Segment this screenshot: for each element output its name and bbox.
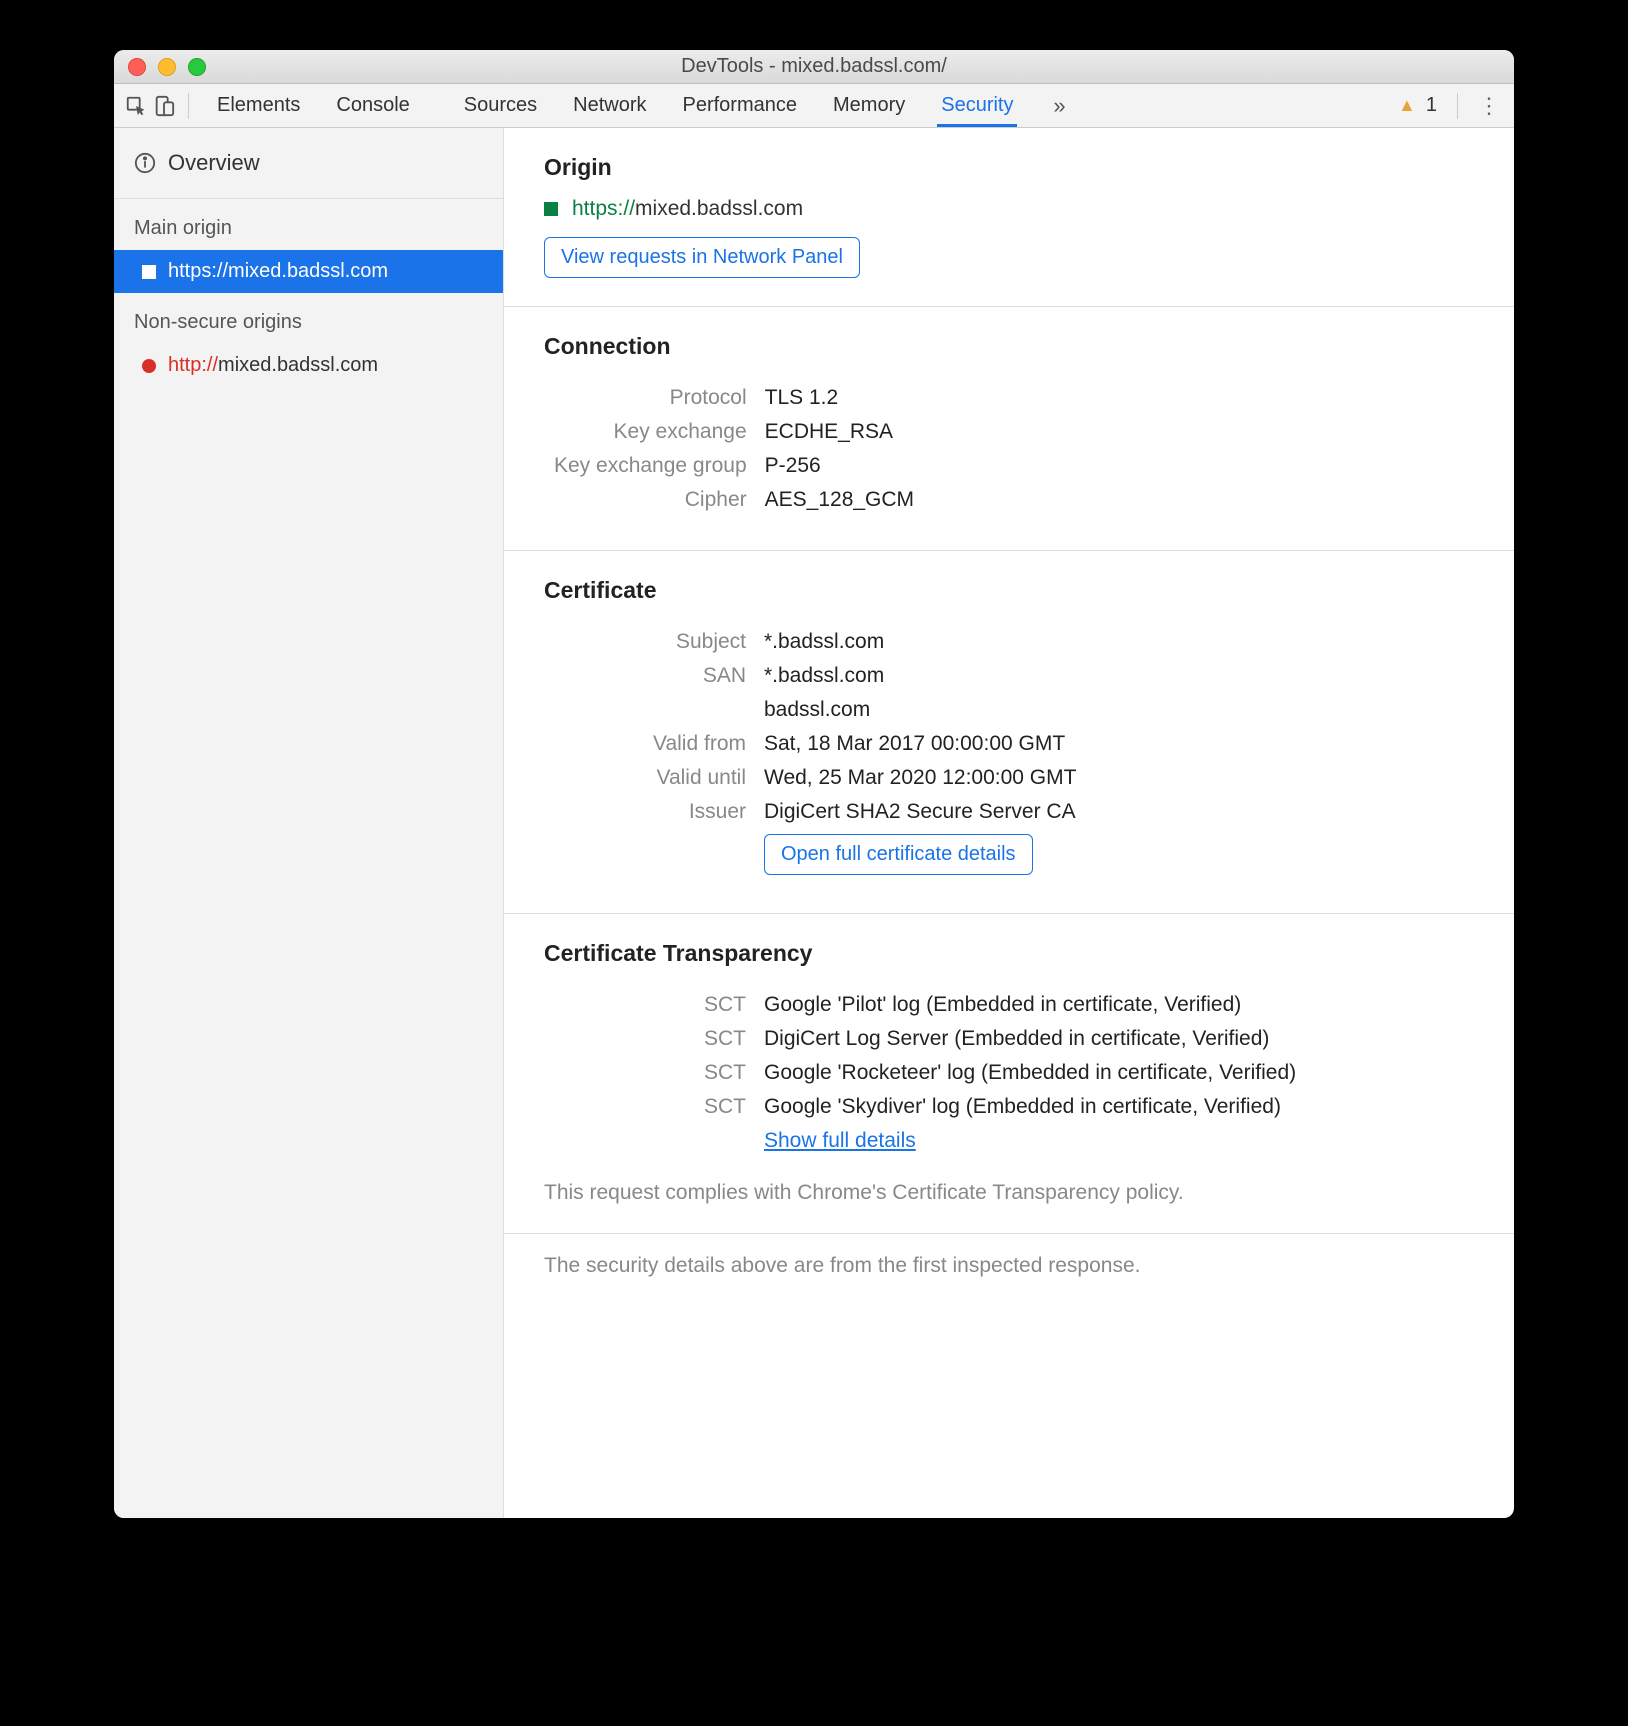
issuer-label: Issuer (554, 800, 764, 824)
tab-console[interactable]: Console (332, 84, 413, 127)
connection-section: Connection ProtocolTLS 1.2 Key exchangeE… (504, 307, 1514, 551)
maximize-window-icon[interactable] (188, 58, 206, 76)
sidebar-overview[interactable]: Overview (114, 128, 503, 199)
cipher-value: AES_128_GCM (765, 488, 914, 512)
sidebar-item-main-origin[interactable]: https://mixed.badssl.com (114, 250, 503, 293)
toolbar-separator (1457, 93, 1458, 119)
protocol-value: TLS 1.2 (765, 386, 914, 410)
valid-from-value: Sat, 18 Mar 2017 00:00:00 GMT (764, 732, 1076, 756)
window-title: DevTools - mixed.badssl.com/ (114, 55, 1514, 78)
origin-url: https://mixed.badssl.com (168, 260, 388, 283)
tab-security[interactable]: Security (937, 84, 1017, 127)
devtools-window: DevTools - mixed.badssl.com/ Elements Co… (114, 50, 1514, 1518)
toolbar-right: ▲ 1 ⋮ (1398, 93, 1506, 119)
traffic-lights (128, 58, 206, 76)
view-requests-button[interactable]: View requests in Network Panel (544, 237, 860, 278)
sct-label: SCT (554, 1027, 764, 1051)
subject-label: Subject (554, 630, 764, 654)
footer-note: The security details above are from the … (504, 1234, 1514, 1298)
issuer-value: DigiCert SHA2 Secure Server CA (764, 800, 1076, 824)
sct-label: SCT (554, 1095, 764, 1119)
origin-url-line: https://mixed.badssl.com (544, 197, 1474, 221)
tab-network[interactable]: Network (569, 84, 650, 127)
insecure-indicator-icon (142, 359, 156, 373)
secure-indicator-icon (544, 202, 558, 216)
key-exchange-group-value: P-256 (765, 454, 914, 478)
tab-elements[interactable]: Elements (213, 84, 304, 127)
show-full-details-link[interactable]: Show full details (764, 1129, 916, 1152)
origin-section: Origin https://mixed.badssl.com View req… (504, 128, 1514, 307)
key-exchange-group-label: Key exchange group (554, 454, 765, 478)
secure-indicator-icon (142, 265, 156, 279)
devtools-tabs: Elements Console Sources Network Perform… (213, 84, 1398, 127)
overview-label: Overview (168, 150, 260, 176)
sct-value: Google 'Rocketeer' log (Embedded in cert… (764, 1061, 1296, 1085)
certificate-section: Certificate Subject*.badssl.com SAN*.bad… (504, 551, 1514, 914)
ct-heading: Certificate Transparency (544, 940, 1474, 967)
ct-compliance-note: This request complies with Chrome's Cert… (544, 1181, 1474, 1205)
connection-heading: Connection (544, 333, 1474, 360)
certificate-heading: Certificate (544, 577, 1474, 604)
sct-value: DigiCert Log Server (Embedded in certifi… (764, 1027, 1296, 1051)
protocol-label: Protocol (554, 386, 765, 410)
valid-until-label: Valid until (554, 766, 764, 790)
cipher-label: Cipher (554, 488, 765, 512)
info-icon (134, 152, 156, 174)
sct-value: Google 'Pilot' log (Embedded in certific… (764, 993, 1296, 1017)
kebab-menu-icon[interactable]: ⋮ (1478, 93, 1500, 119)
origin-heading: Origin (544, 154, 1474, 181)
open-certificate-details-button[interactable]: Open full certificate details (764, 834, 1033, 875)
san-value-2: badssl.com (764, 698, 1076, 722)
more-tabs-icon[interactable]: » (1045, 92, 1073, 120)
device-toggle-icon[interactable] (150, 92, 178, 120)
key-exchange-value: ECDHE_RSA (765, 420, 914, 444)
sct-label: SCT (554, 1061, 764, 1085)
key-exchange-label: Key exchange (554, 420, 765, 444)
devtools-toolbar: Elements Console Sources Network Perform… (114, 84, 1514, 128)
inspect-element-icon[interactable] (122, 92, 150, 120)
minimize-window-icon[interactable] (158, 58, 176, 76)
subject-value: *.badssl.com (764, 630, 1076, 654)
main-origin-label: Main origin (114, 199, 503, 250)
close-window-icon[interactable] (128, 58, 146, 76)
tab-performance[interactable]: Performance (679, 84, 802, 127)
nonsecure-origins-label: Non-secure origins (114, 293, 503, 344)
security-details-pane: Origin https://mixed.badssl.com View req… (504, 128, 1514, 1518)
origin-url: http://mixed.badssl.com (168, 354, 378, 377)
valid-from-label: Valid from (554, 732, 764, 756)
san-value-1: *.badssl.com (764, 664, 1076, 688)
san-label: SAN (554, 664, 764, 688)
sct-label: SCT (554, 993, 764, 1017)
tab-sources[interactable]: Sources (460, 84, 541, 127)
sidebar-item-nonsecure-origin[interactable]: http://mixed.badssl.com (114, 344, 503, 387)
titlebar: DevTools - mixed.badssl.com/ (114, 50, 1514, 84)
valid-until-value: Wed, 25 Mar 2020 12:00:00 GMT (764, 766, 1076, 790)
toolbar-separator (188, 93, 189, 119)
tab-memory[interactable]: Memory (829, 84, 909, 127)
security-sidebar: Overview Main origin https://mixed.badss… (114, 128, 504, 1518)
warning-count[interactable]: 1 (1426, 94, 1437, 117)
certificate-transparency-section: Certificate Transparency SCTGoogle 'Pilo… (504, 914, 1514, 1234)
warning-icon[interactable]: ▲ (1398, 95, 1416, 116)
sct-value: Google 'Skydiver' log (Embedded in certi… (764, 1095, 1296, 1119)
